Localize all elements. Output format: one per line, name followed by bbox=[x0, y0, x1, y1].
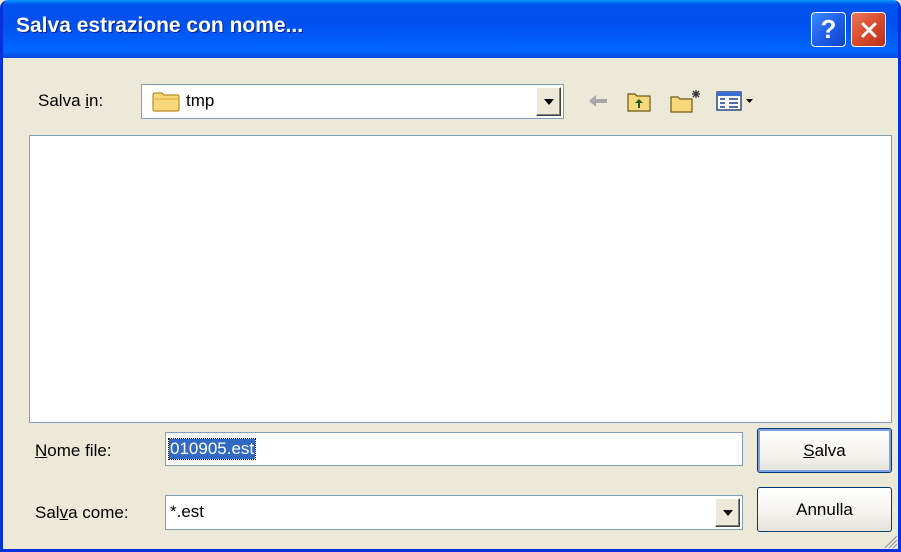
view-menu-icon bbox=[716, 91, 753, 111]
file-name-label-suffix: ome file: bbox=[47, 441, 112, 460]
new-folder-icon bbox=[670, 90, 700, 113]
save-as-type-label: Salva come: bbox=[35, 503, 129, 523]
save-button[interactable]: Salva bbox=[757, 428, 892, 473]
file-name-input[interactable]: 010905.est bbox=[165, 432, 743, 466]
save-as-type-dropdown[interactable]: *.est bbox=[165, 495, 743, 530]
save-button-key: S bbox=[803, 440, 815, 460]
save-in-dropdown-button[interactable] bbox=[536, 87, 561, 116]
file-name-label-key: N bbox=[35, 441, 48, 460]
chevron-down-icon bbox=[543, 98, 554, 105]
up-folder-button[interactable] bbox=[624, 86, 654, 116]
save-in-label-suffix: n: bbox=[89, 91, 104, 110]
save-in-label-prefix: Salva bbox=[38, 91, 86, 110]
back-button[interactable] bbox=[583, 86, 613, 116]
save-as-type-dropdown-button[interactable] bbox=[715, 498, 740, 527]
title-bar[interactable]: Salva estrazione con nome... ? bbox=[3, 0, 898, 58]
save-as-type-label-key: v bbox=[59, 503, 69, 522]
new-folder-button[interactable] bbox=[668, 86, 704, 116]
close-button[interactable] bbox=[851, 12, 886, 47]
view-menu-button[interactable] bbox=[715, 86, 757, 116]
resize-grip-icon[interactable] bbox=[882, 533, 898, 549]
save-in-value: tmp bbox=[186, 91, 215, 110]
cancel-button[interactable]: Annulla bbox=[757, 487, 892, 532]
save-dialog: Salva estrazione con nome... ? Salva in:… bbox=[0, 0, 901, 552]
folder-icon bbox=[152, 92, 180, 112]
file-list[interactable] bbox=[29, 135, 892, 423]
close-icon bbox=[861, 22, 876, 37]
save-as-type-label-prefix: Sal bbox=[35, 503, 60, 522]
file-name-value: 010905.est bbox=[167, 438, 257, 460]
save-button-suffix: alva bbox=[814, 440, 846, 460]
save-in-dropdown[interactable]: tmp bbox=[141, 84, 564, 119]
chevron-down-icon bbox=[722, 509, 733, 516]
save-as-type-label-suffix: a come: bbox=[68, 503, 129, 522]
file-name-label: Nome file: bbox=[35, 441, 112, 461]
back-arrow-icon bbox=[589, 95, 607, 107]
save-as-type-value: *.est bbox=[170, 502, 205, 521]
up-folder-icon bbox=[627, 93, 651, 112]
help-button[interactable]: ? bbox=[811, 12, 846, 47]
save-in-label: Salva in: bbox=[38, 91, 103, 111]
help-icon: ? bbox=[820, 14, 837, 44]
dialog-title: Salva estrazione con nome... bbox=[16, 14, 304, 37]
